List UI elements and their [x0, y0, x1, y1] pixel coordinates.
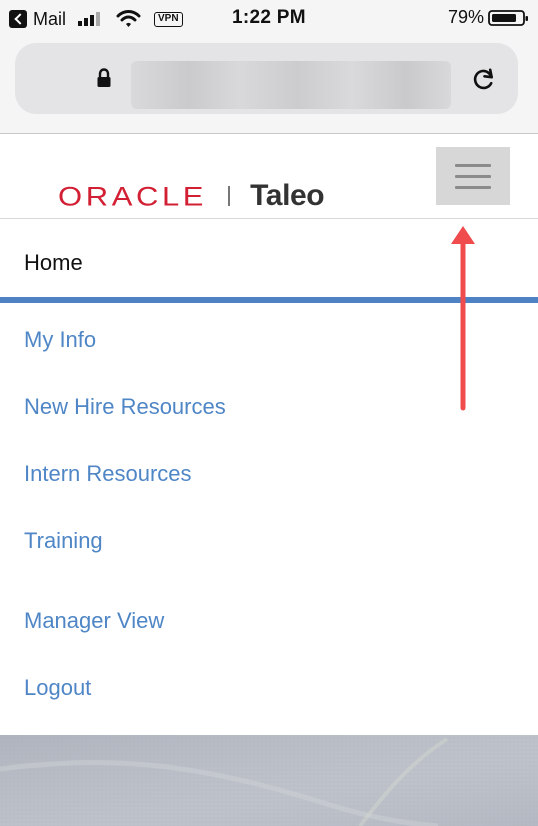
page-background-image	[0, 735, 538, 826]
hamburger-menu-icon	[455, 164, 491, 167]
oracle-taleo-mobile-page: Mail VPN 1:22 PM 79% ORACLE Taleo Home M…	[0, 0, 538, 826]
browser-address-bar	[0, 38, 538, 134]
nav-link-intern-resources[interactable]: Intern Resources	[24, 463, 192, 485]
blurred-url-text	[131, 61, 451, 109]
back-arrow-icon[interactable]	[9, 10, 27, 28]
battery-icon	[488, 9, 528, 26]
nav-link-my-info[interactable]: My Info	[24, 329, 96, 351]
oracle-taleo-logo: ORACLE Taleo	[58, 179, 325, 212]
status-bar-right: 79%	[448, 7, 530, 28]
textured-background-image	[0, 735, 538, 826]
wifi-icon	[116, 10, 141, 27]
nav-link-logout[interactable]: Logout	[24, 677, 91, 699]
status-bar-left: Mail VPN	[9, 6, 183, 32]
nav-link-training[interactable]: Training	[24, 530, 103, 552]
oracle-logo-text: ORACLE	[58, 180, 208, 212]
nav-link-manager-view[interactable]: Manager View	[24, 610, 164, 632]
battery-percentage: 79%	[447, 7, 484, 27]
hamburger-menu-button[interactable]	[436, 147, 510, 205]
taleo-logo-text: Taleo	[250, 179, 325, 212]
nav-item-home[interactable]: Home	[0, 219, 538, 303]
vpn-badge: VPN	[154, 11, 183, 27]
cellular-signal-icon	[78, 12, 101, 26]
logo-separator	[228, 186, 231, 206]
navigation-menu: Home My Info New Hire Resources Intern R…	[0, 219, 538, 735]
ios-status-bar: Mail VPN 1:22 PM 79%	[0, 0, 538, 38]
status-time: 1:22 PM	[232, 7, 306, 28]
back-to-mail-label[interactable]: Mail	[33, 9, 66, 30]
nav-home-label[interactable]: Home	[24, 252, 83, 274]
hamburger-menu-icon-line	[455, 186, 491, 189]
address-field[interactable]	[15, 43, 518, 114]
nav-link-new-hire-resources[interactable]: New Hire Resources	[24, 396, 226, 418]
reload-icon[interactable]	[470, 66, 498, 94]
site-header: ORACLE Taleo	[0, 135, 538, 219]
lock-icon	[97, 68, 111, 87]
hamburger-menu-icon-line	[455, 175, 491, 178]
